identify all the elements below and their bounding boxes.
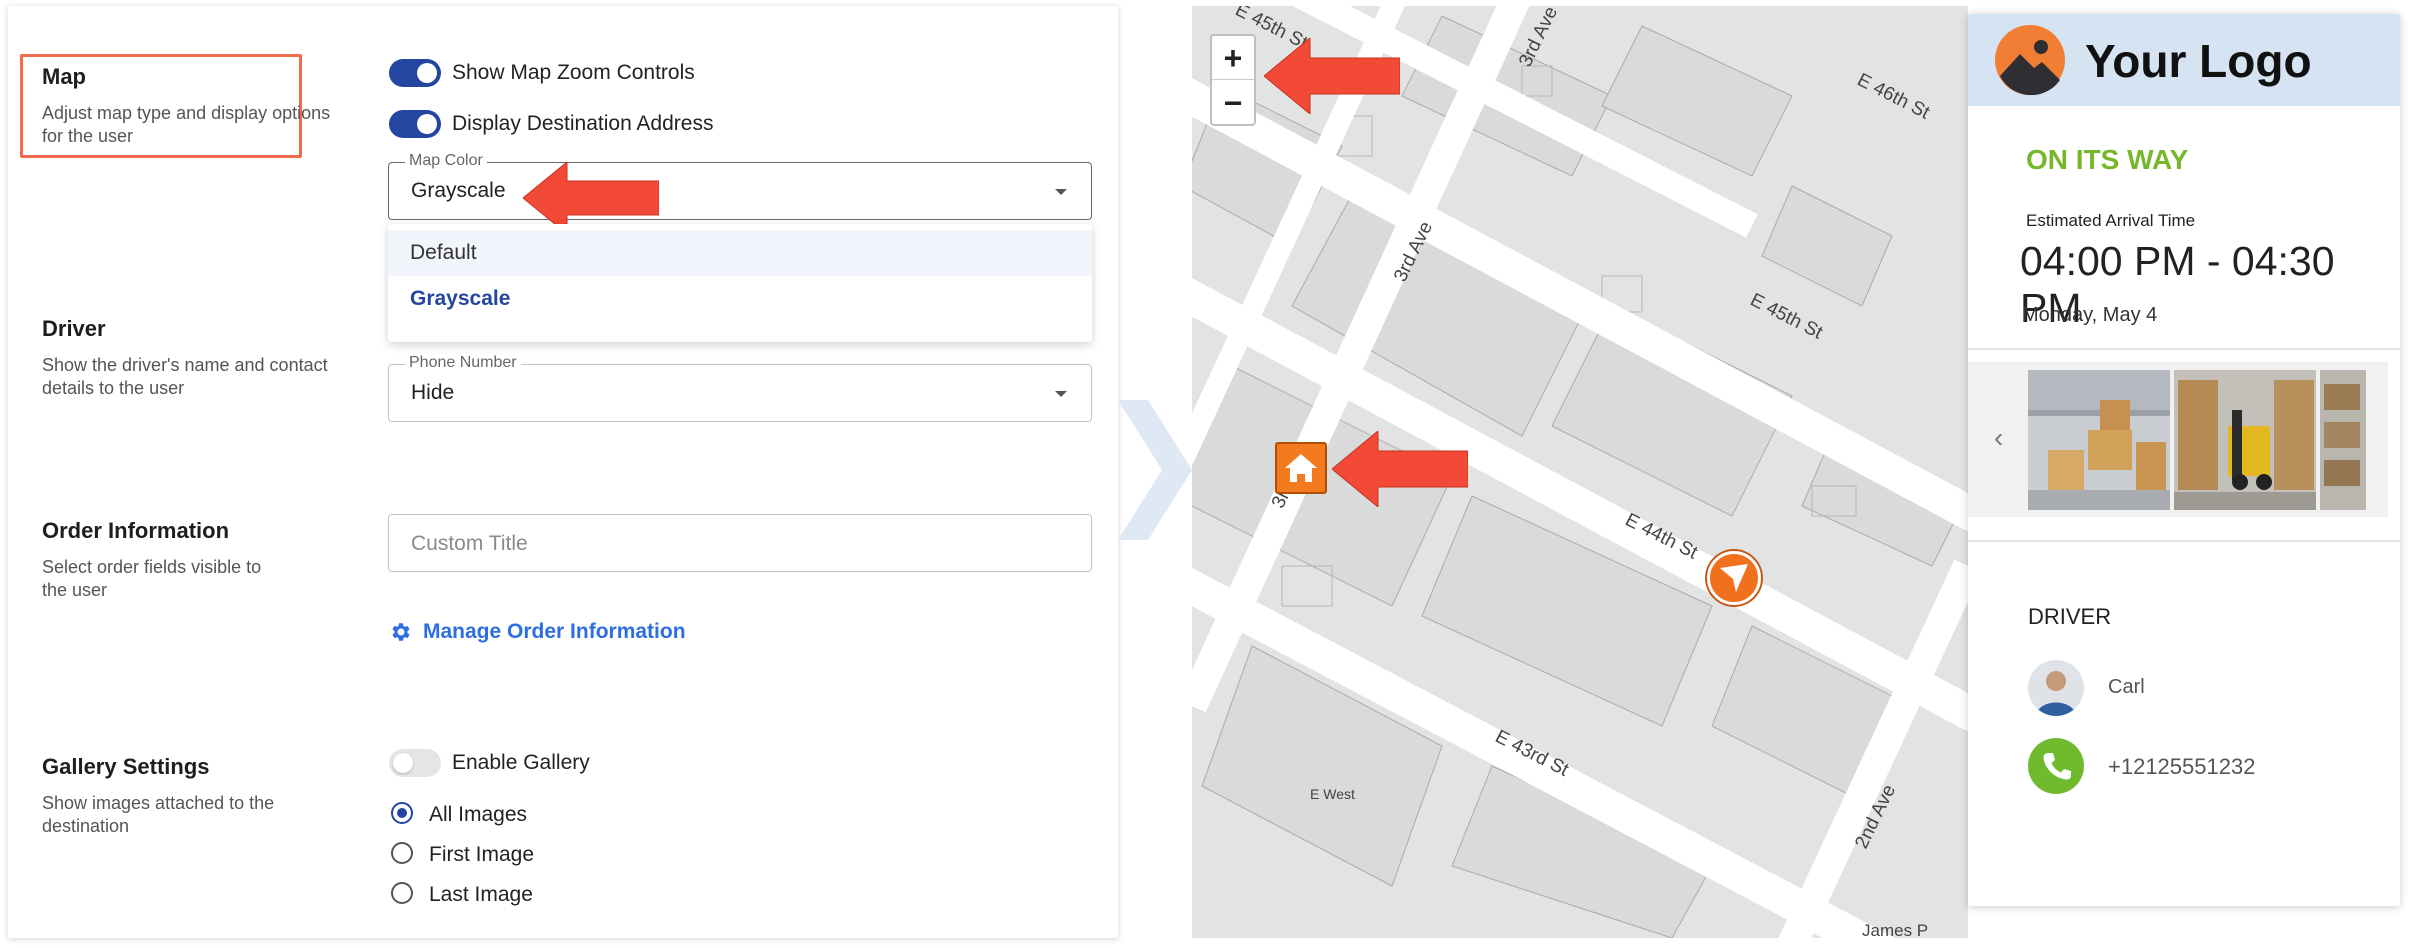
map-color-select[interactable]: Map Color Grayscale <box>388 152 1092 220</box>
radio-all-images[interactable] <box>391 802 413 824</box>
chevron-down-icon <box>1055 189 1067 195</box>
option-grayscale[interactable]: Grayscale <box>388 276 1092 322</box>
zoom-controls: + − <box>1210 34 1256 126</box>
divider <box>1968 348 2400 350</box>
option-default[interactable]: Default <box>388 230 1092 276</box>
driver-phone: +12125551232 <box>2108 754 2256 779</box>
custom-title-placeholder: Custom Title <box>411 532 528 555</box>
map-color-legend: Map Color <box>405 152 487 170</box>
gallery-section-title: Gallery Settings <box>42 754 210 779</box>
enable-gallery-label: Enable Gallery <box>452 751 590 774</box>
phone-number-select[interactable]: Phone Number Hide <box>388 354 1092 422</box>
radio-last-image[interactable] <box>391 882 413 904</box>
home-marker-icon[interactable] <box>1275 442 1327 494</box>
driver-avatar-image <box>2028 660 2084 716</box>
chevron-down-icon <box>1055 391 1067 397</box>
gallery-image[interactable] <box>2028 370 2170 510</box>
home-icon <box>1285 454 1317 482</box>
destination-marker-icon[interactable] <box>1707 551 1761 605</box>
zoom-out-button[interactable]: − <box>1212 81 1254 125</box>
zoom-controls-label: Show Map Zoom Controls <box>452 61 695 84</box>
logo-icon <box>1995 25 2065 96</box>
zoom-in-button[interactable]: + <box>1212 36 1254 80</box>
status-badge: ON ITS WAY <box>2026 144 2189 175</box>
phone-number-value: Hide <box>411 381 455 404</box>
chevron-right-icon <box>1118 400 1192 540</box>
driver-heading: DRIVER <box>2028 604 2112 629</box>
order-section-description: Select order fields visible to the user <box>42 557 262 600</box>
street-label: E West <box>1310 786 1355 802</box>
card-header: Your Logo <box>1968 14 2400 106</box>
navigation-arrow-icon <box>1720 564 1748 592</box>
enable-gallery-toggle[interactable] <box>389 749 441 777</box>
map-section-description: Adjust map type and display options for … <box>42 103 331 146</box>
arrow-pointer-icon <box>1264 38 1400 114</box>
image-gallery: ‹ <box>1968 362 2388 517</box>
map-section-title: Map <box>42 64 86 89</box>
radio-first-image-label: First Image <box>429 843 535 866</box>
settings-panel: Map Adjust map type and display options … <box>8 6 1118 938</box>
radio-first-image[interactable] <box>391 842 413 864</box>
driver-section-title: Driver <box>42 316 106 341</box>
map-color-value: Grayscale <box>411 179 506 202</box>
logo-text: Your Logo <box>2085 35 2312 87</box>
driver-section-description: Show the driver's name and contact detai… <box>42 355 328 398</box>
manage-order-information-link[interactable]: Manage Order Information <box>389 620 686 644</box>
call-driver-button[interactable] <box>2028 738 2084 794</box>
destination-address-label: Display Destination Address <box>452 112 714 135</box>
warehouse-image <box>2028 370 2170 510</box>
gallery-image[interactable] <box>2174 370 2316 510</box>
radio-all-images-label: All Images <box>429 803 528 826</box>
divider <box>1968 540 2400 542</box>
tracking-card: Your Logo ON ITS WAY Estimated Arrival T… <box>1968 14 2400 906</box>
custom-title-input[interactable]: Custom Title <box>388 514 1092 572</box>
order-section-title: Order Information <box>42 518 230 543</box>
avatar <box>2028 660 2084 716</box>
forklift-image <box>2174 370 2316 510</box>
chevron-left-icon[interactable]: ‹ <box>1994 422 2003 454</box>
gear-icon <box>392 623 410 641</box>
radio-last-image-label: Last Image <box>429 883 533 906</box>
arrow-pointer-icon <box>1332 431 1468 507</box>
driver-name: Carl <box>2108 676 2145 698</box>
eta-date: Monday, May 4 <box>2022 304 2158 326</box>
shelves-image <box>2320 370 2366 510</box>
phone-icon <box>2043 753 2071 780</box>
gallery-image[interactable] <box>2320 370 2366 510</box>
zoom-controls-toggle[interactable] <box>389 59 441 87</box>
destination-address-toggle[interactable] <box>389 110 441 138</box>
manage-order-information-label: Manage Order Information <box>423 620 686 643</box>
eta-label: Estimated Arrival Time <box>2026 211 2196 230</box>
gallery-section-description: Show images attached to the destination <box>42 793 275 836</box>
map-color-dropdown: Default Grayscale <box>388 224 1092 342</box>
phone-number-legend: Phone Number <box>405 354 521 372</box>
map-preview: E 45th St 3rd Ave E 46th St 3rd Ave E 45… <box>1192 6 1968 938</box>
street-label: James P <box>1862 921 1929 938</box>
